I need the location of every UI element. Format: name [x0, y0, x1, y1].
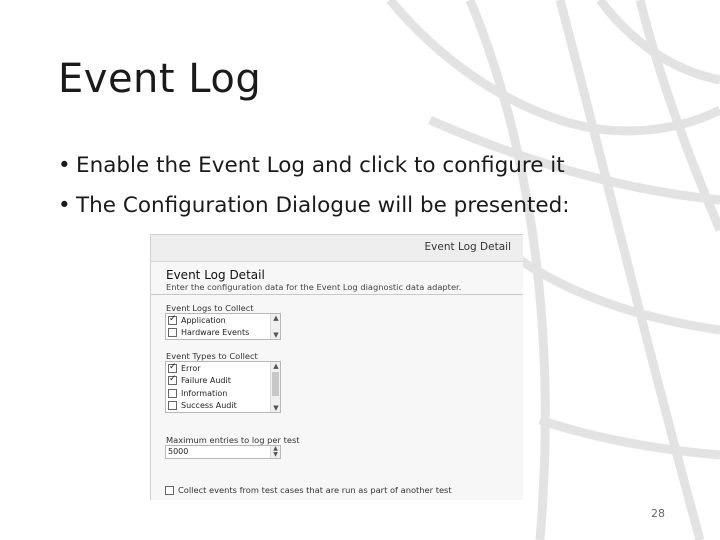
checkbox-information[interactable] [168, 388, 177, 398]
dialog-titlebar: Event Log Detail [151, 235, 523, 262]
list-item-label: Success Audit [181, 401, 237, 411]
types-scrollbar[interactable]: ▲ ▼ [270, 362, 280, 412]
list-item-label: Information [181, 388, 228, 398]
event-log-dialog-screenshot: Event Log Detail Event Log Detail Enter … [150, 234, 523, 500]
list-item-information[interactable]: Information [166, 387, 280, 400]
collect-nested-label: Collect events from test cases that are … [178, 485, 452, 495]
page-number: 28 [651, 507, 665, 520]
scroll-down-icon[interactable]: ▼ [271, 331, 281, 339]
list-item-hardware-events[interactable]: Hardware Events [166, 327, 280, 340]
logs-group-label: Event Logs to Collect [166, 303, 254, 313]
scroll-up-icon[interactable]: ▲ [271, 362, 281, 370]
checkbox-collect-nested[interactable] [165, 485, 174, 495]
logs-scrollbar[interactable]: ▲ ▼ [270, 314, 280, 339]
bullet-item: • Enable the Event Log and click to confi… [58, 146, 570, 186]
dialog-description: Enter the configuration data for the Eve… [166, 282, 462, 292]
bullet-text: The Configuration Dialogue will be prese… [76, 193, 570, 218]
bullet-text: Enable the Event Log and click to config… [76, 153, 565, 178]
list-item-label: Error [181, 363, 201, 373]
collect-nested-events-option[interactable]: Collect events from test cases that are … [165, 485, 452, 495]
list-item-failure-audit[interactable]: Failure Audit [166, 374, 280, 388]
list-item-application[interactable]: Application [166, 314, 280, 327]
checkbox-failure-audit[interactable] [168, 374, 177, 386]
list-item-success-audit[interactable]: Success Audit [166, 400, 280, 413]
checkbox-hardware-events[interactable] [168, 328, 177, 338]
scroll-thumb[interactable] [272, 372, 279, 396]
spinner-icon[interactable]: ▲ ▼ [270, 446, 280, 458]
slide-title: Event Log [58, 56, 262, 102]
checkbox-application[interactable] [168, 314, 177, 325]
checkbox-success-audit[interactable] [168, 401, 177, 411]
max-entries-stepper[interactable]: 5000 ▲ ▼ [165, 445, 281, 459]
list-item-label: Failure Audit [181, 376, 231, 386]
list-item-label: Hardware Events [181, 328, 250, 338]
max-entries-label: Maximum entries to log per test [166, 435, 300, 445]
bullet-icon: • [58, 153, 71, 178]
divider [151, 294, 523, 295]
list-item-label: Application [181, 315, 226, 325]
event-types-listbox[interactable]: Error Failure Audit Information Success … [165, 361, 281, 413]
scroll-up-icon[interactable]: ▲ [271, 314, 281, 322]
checkbox-error[interactable] [168, 362, 177, 373]
dialog-tab-title[interactable]: Event Log Detail [425, 241, 511, 253]
dialog-heading: Event Log Detail [166, 268, 265, 282]
bullet-list: • Enable the Event Log and click to confi… [58, 146, 570, 226]
bullet-icon: • [58, 193, 71, 218]
scroll-down-icon[interactable]: ▼ [271, 404, 281, 412]
max-entries-value[interactable]: 5000 [168, 447, 188, 456]
types-group-label: Event Types to Collect [166, 351, 258, 361]
bullet-item: • The Configuration Dialogue will be pres… [58, 186, 570, 226]
event-logs-listbox[interactable]: Application Hardware Events ▲ ▼ [165, 313, 281, 340]
list-item-error[interactable]: Error [166, 362, 280, 375]
